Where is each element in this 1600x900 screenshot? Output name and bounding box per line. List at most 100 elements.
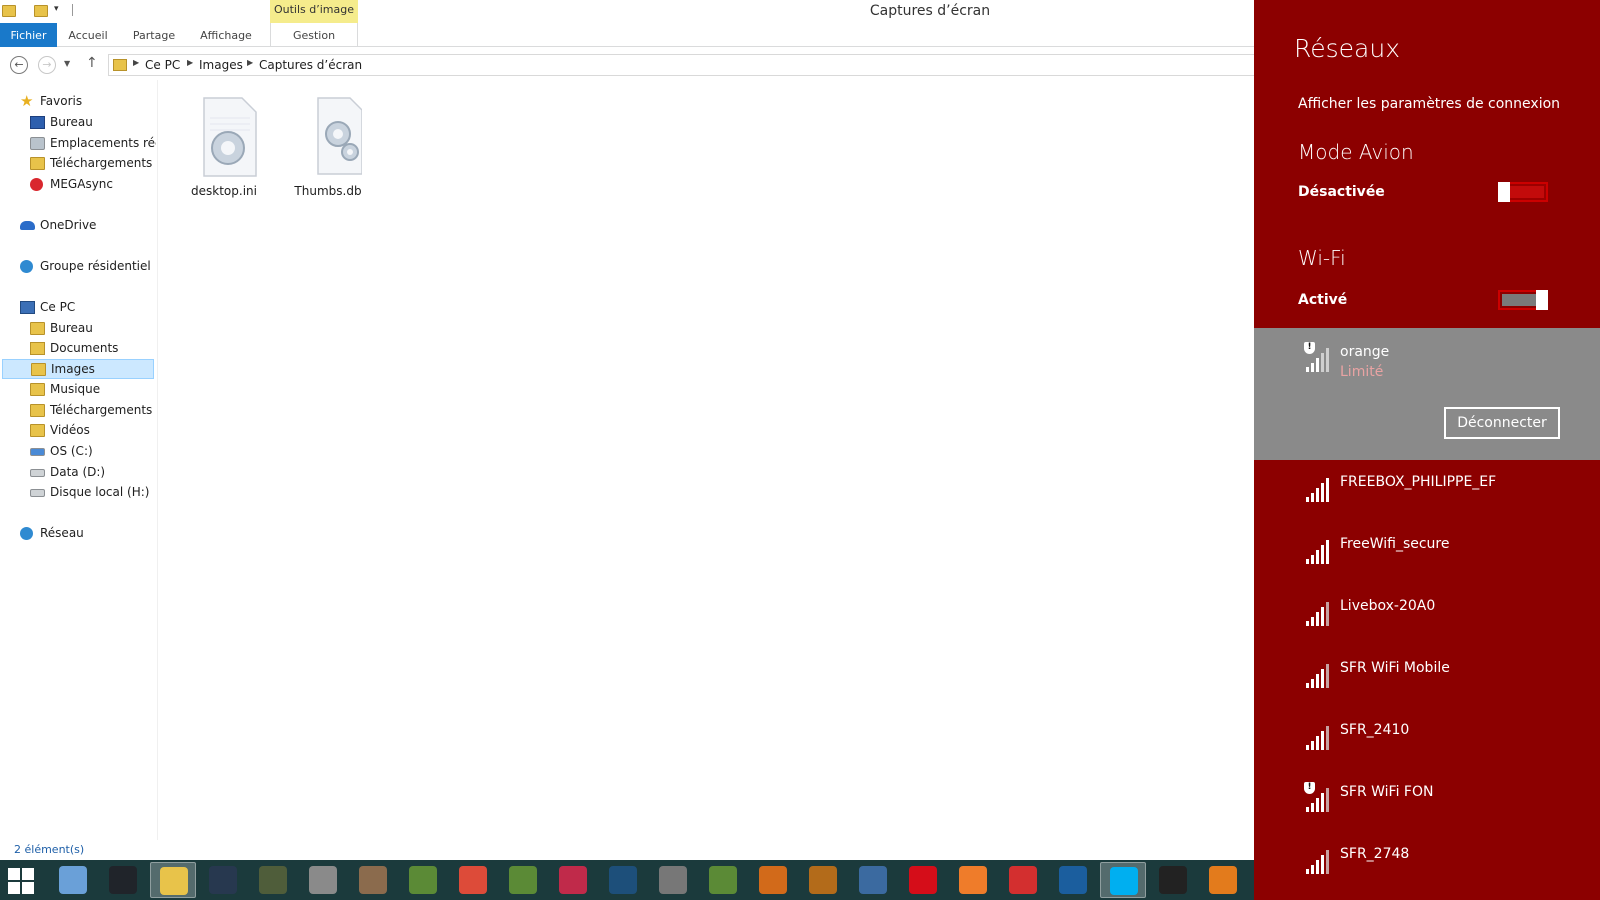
wifi-network-item[interactable]: ! SFR WiFi FON bbox=[1254, 776, 1600, 836]
tab-fichier[interactable]: Fichier bbox=[0, 23, 57, 47]
controller-app-icon bbox=[659, 866, 687, 894]
onedrive-cloud-icon bbox=[20, 221, 35, 230]
recent-locations-chevron-icon[interactable]: ▼ bbox=[64, 59, 70, 68]
chrome-taskbar-button[interactable] bbox=[450, 862, 496, 898]
signal-bar bbox=[1321, 731, 1324, 750]
game-app-taskbar-button[interactable] bbox=[550, 862, 596, 898]
file-explorer-taskbar-button[interactable] bbox=[150, 862, 196, 898]
nav-pc-telechargements[interactable]: Téléchargements bbox=[30, 401, 156, 421]
file-explorer-window: ▾ Captures d’écran Outils d’image Fichie… bbox=[0, 0, 1254, 860]
toolbox-app-taskbar-button[interactable] bbox=[350, 862, 396, 898]
minecraft-taskbar-button[interactable] bbox=[400, 862, 446, 898]
folder-icon[interactable] bbox=[2, 5, 16, 17]
tab-affichage[interactable]: Affichage bbox=[196, 23, 256, 47]
signal-bar bbox=[1326, 478, 1329, 502]
emblem-app-icon bbox=[809, 866, 837, 894]
back-arrow-icon[interactable]: ← bbox=[10, 56, 28, 74]
drive-icon bbox=[30, 489, 45, 497]
chrome-icon bbox=[459, 866, 487, 894]
chevron-right-icon[interactable]: ▶ bbox=[247, 58, 253, 67]
skype-icon bbox=[1110, 867, 1138, 895]
new-folder-icon[interactable] bbox=[34, 5, 48, 17]
windows-start-icon[interactable] bbox=[8, 868, 34, 894]
mail-app-icon bbox=[959, 866, 987, 894]
disconnect-button[interactable]: Déconnecter bbox=[1444, 407, 1560, 439]
wheel-app-taskbar-button[interactable] bbox=[1200, 862, 1246, 898]
wifi-state: Activé bbox=[1298, 292, 1348, 308]
crumb-images[interactable]: Images bbox=[199, 58, 243, 72]
connected-network[interactable]: ! orange Limité Déconnecter bbox=[1254, 328, 1600, 460]
nav-pc-videos[interactable]: Vidéos bbox=[30, 421, 156, 441]
up-arrow-icon[interactable]: ↑ bbox=[86, 55, 98, 71]
wifi-network-item[interactable]: SFR_2410 bbox=[1254, 714, 1600, 774]
league-of-legends-taskbar-button[interactable] bbox=[600, 862, 646, 898]
nav-pc-data-d[interactable]: Data (D:) bbox=[30, 463, 156, 483]
videos-folder-icon bbox=[30, 424, 45, 437]
nav-pc-os-c[interactable]: OS (C:) bbox=[30, 442, 156, 462]
nav-pc-images[interactable]: Images bbox=[2, 359, 154, 379]
controller-app-taskbar-button[interactable] bbox=[650, 862, 696, 898]
minecraft-2-icon bbox=[509, 866, 537, 894]
nav-label: Téléchargements bbox=[50, 156, 153, 170]
minecraft-3-taskbar-button[interactable] bbox=[700, 862, 746, 898]
wheel-app-icon bbox=[1209, 866, 1237, 894]
wifi-network-item[interactable]: FREEBOX_PHILIPPE_EF bbox=[1254, 466, 1600, 526]
monitor-app-taskbar-button[interactable] bbox=[300, 862, 346, 898]
crumb-ce-pc[interactable]: Ce PC bbox=[145, 58, 180, 72]
status-bar: 2 élément(s) bbox=[0, 840, 1254, 860]
nav-reseau[interactable]: Réseau bbox=[20, 524, 156, 544]
nav-favoris-megasync[interactable]: MEGAsync bbox=[30, 175, 156, 195]
toolbox-app-icon bbox=[359, 866, 387, 894]
nav-label: MEGAsync bbox=[50, 177, 113, 191]
nav-groupe-residentiel[interactable]: Groupe résidentiel bbox=[20, 257, 156, 277]
wifi-network-item[interactable]: SFR WiFi Mobile bbox=[1254, 652, 1600, 712]
forward-arrow-icon[interactable]: → bbox=[38, 56, 56, 74]
steam-taskbar-button[interactable] bbox=[200, 862, 246, 898]
airplane-mode-state: Désactivée bbox=[1298, 184, 1385, 200]
launcher-app-taskbar-button[interactable] bbox=[1050, 862, 1096, 898]
network-name: FREEBOX_PHILIPPE_EF bbox=[1340, 474, 1497, 490]
opera-taskbar-button[interactable] bbox=[900, 862, 946, 898]
mail-app-taskbar-button[interactable] bbox=[950, 862, 996, 898]
nav-onedrive[interactable]: OneDrive bbox=[20, 216, 156, 236]
network-name: orange bbox=[1340, 344, 1390, 360]
radeon-app-taskbar-button[interactable] bbox=[250, 862, 296, 898]
nav-label: Bureau bbox=[50, 321, 93, 335]
nav-pc-musique[interactable]: Musique bbox=[30, 380, 156, 400]
tab-partage[interactable]: Partage bbox=[128, 23, 180, 47]
nav-label: Réseau bbox=[40, 526, 84, 540]
nav-favoris-recent[interactable]: Emplacements récents bbox=[30, 134, 156, 154]
nav-pc-bureau[interactable]: Bureau bbox=[30, 319, 156, 339]
tab-gestion[interactable]: Gestion bbox=[270, 23, 358, 47]
wifi-network-item[interactable]: Livebox-20A0 bbox=[1254, 590, 1600, 650]
breadcrumb[interactable]: ▶ Ce PC ▶ Images ▶ Captures d’écran bbox=[108, 54, 1254, 76]
minecraft-2-taskbar-button[interactable] bbox=[500, 862, 546, 898]
quick-access-dropdown-icon[interactable]: ▾ bbox=[54, 4, 59, 22]
crumb-captures[interactable]: Captures d’écran bbox=[259, 58, 362, 72]
signal-bar bbox=[1316, 612, 1319, 626]
skype-taskbar-button[interactable] bbox=[1100, 862, 1146, 898]
file-item[interactable]: Thumbs.db bbox=[284, 80, 372, 198]
chevron-right-icon[interactable]: ▶ bbox=[187, 58, 193, 67]
nav-favoris[interactable]: ★ Favoris bbox=[20, 92, 156, 112]
wifi-toggle[interactable] bbox=[1498, 290, 1548, 310]
fire-app-taskbar-button[interactable] bbox=[750, 862, 796, 898]
pokeball-app-taskbar-button[interactable] bbox=[1000, 862, 1046, 898]
tab-accueil[interactable]: Accueil bbox=[62, 23, 114, 47]
pictures-app-taskbar-button[interactable] bbox=[100, 862, 146, 898]
chevron-right-icon[interactable]: ▶ bbox=[133, 58, 139, 67]
audio-app-taskbar-button[interactable] bbox=[850, 862, 896, 898]
keyboard-app-taskbar-button[interactable] bbox=[50, 862, 96, 898]
nav-pc-documents[interactable]: Documents bbox=[30, 339, 156, 359]
connection-settings-link[interactable]: Afficher les paramètres de connexion bbox=[1298, 96, 1560, 112]
nav-favoris-bureau[interactable]: Bureau bbox=[30, 113, 156, 133]
nav-ce-pc[interactable]: Ce PC bbox=[20, 298, 156, 318]
chart-app-taskbar-button[interactable] bbox=[1150, 862, 1196, 898]
nav-pc-disque-h[interactable]: Disque local (H:) bbox=[30, 483, 156, 503]
emblem-app-taskbar-button[interactable] bbox=[800, 862, 846, 898]
file-item[interactable]: desktop.ini bbox=[180, 80, 268, 198]
wifi-network-item[interactable]: FreeWifi_secure bbox=[1254, 528, 1600, 588]
nav-favoris-telechargements[interactable]: Téléchargements bbox=[30, 154, 156, 174]
airplane-mode-toggle[interactable] bbox=[1498, 182, 1548, 202]
wifi-network-item[interactable]: SFR_2748 bbox=[1254, 838, 1600, 898]
